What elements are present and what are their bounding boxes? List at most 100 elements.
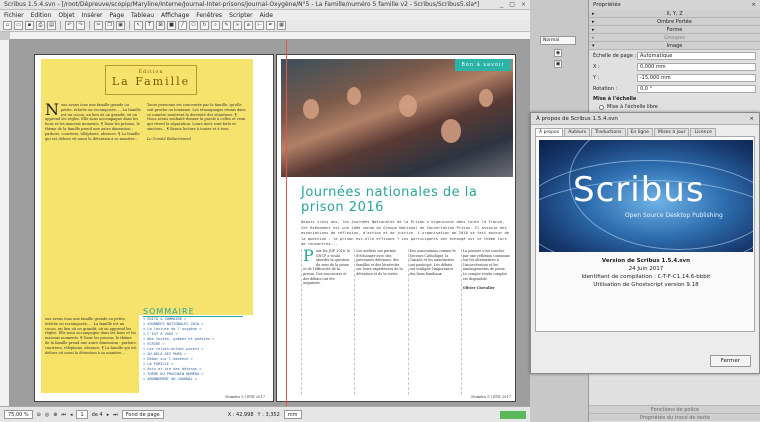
menu-aide[interactable]: Aide	[260, 12, 273, 19]
menu-tableau[interactable]: Tableau	[131, 12, 154, 19]
copy-icon[interactable]: ❐	[105, 21, 114, 30]
editorial-column-1[interactable]: N ous avons tous une famille grande ou p…	[45, 103, 141, 303]
menu-inserer[interactable]: Insérer	[82, 12, 103, 19]
about-title: À propos de Scribus 1.5.4.svn	[536, 116, 618, 122]
unlink-icon[interactable]: ⌀	[244, 21, 253, 30]
prev-page-icon[interactable]: ◂	[70, 412, 73, 418]
menu-page[interactable]: Page	[110, 12, 125, 19]
measure-icon[interactable]: ⊢	[255, 21, 264, 30]
page-scale-select[interactable]: Automatique	[637, 51, 756, 60]
zoom-reset-icon[interactable]: ◎	[45, 412, 49, 418]
maximize-button[interactable]: □	[509, 1, 515, 8]
select-icon[interactable]: ↖	[134, 21, 143, 30]
article-signature: Olivier Chevalier	[462, 285, 495, 290]
table-icon[interactable]: ▦	[277, 21, 286, 30]
text-frame-icon[interactable]: T	[145, 21, 154, 30]
section-font-features[interactable]: Fonctions de police	[589, 405, 760, 413]
page-number-field[interactable]: 1	[76, 410, 88, 419]
family-title-frame[interactable]: Édition La Famille	[105, 65, 197, 95]
document-canvas[interactable]: Édition La Famille N ous avons tous une …	[10, 40, 530, 406]
image-frame-icon[interactable]: ⊠	[156, 21, 165, 30]
menu-objet[interactable]: Objet	[58, 12, 74, 19]
y-coordinate: Y : 3,352	[257, 411, 280, 418]
paste-icon[interactable]: ▣	[116, 21, 125, 30]
free-scaling-radio[interactable]: Mise à l'échelle libre	[589, 104, 760, 110]
tab-traductions[interactable]: Traductions	[591, 128, 626, 136]
polygon-icon[interactable]: ⬠	[189, 21, 198, 30]
tab-a-propos[interactable]: À propos	[535, 128, 564, 136]
article-chapo[interactable]: Depuis trois ans, les Journées Nationale…	[301, 219, 511, 247]
about-close-icon[interactable]: ×	[749, 116, 754, 122]
tab-licence[interactable]: Licence	[690, 128, 716, 136]
section-xyz[interactable]: X, Y, Z	[589, 10, 760, 18]
x-offset-field[interactable]: 0,000 mm	[637, 62, 756, 71]
article-column: Des associations comme le Secours Cathol…	[407, 249, 458, 395]
article-text: Les ateliers ont permis d'échanger avec …	[356, 249, 403, 276]
sommaire-frame[interactable]: SOMMAIRE < ÉDITO & SOMMAIRE > < JOURNÉES…	[143, 307, 243, 395]
edit-text-icon[interactable]: ✎	[222, 21, 231, 30]
section-drop-shadow[interactable]: Ombre Portée	[589, 18, 760, 26]
about-titlebar: À propos de Scribus 1.5.4.svn ×	[531, 113, 759, 125]
tab-auteurs[interactable]: Auteurs	[564, 128, 591, 136]
unit-select[interactable]: mm	[283, 410, 302, 419]
section-image[interactable]: Image	[589, 42, 760, 50]
shape-icon[interactable]: ■	[167, 21, 176, 30]
undo-icon[interactable]: ↶	[65, 21, 74, 30]
blend-mode-select[interactable]: Normal	[540, 36, 576, 45]
toolbar-separator	[89, 21, 90, 30]
menu-affichage[interactable]: Affichage	[161, 12, 189, 19]
editorial-text-2: Toute personne est concernée par la fami…	[147, 103, 246, 131]
zoom-in-icon[interactable]: ⊕	[53, 412, 57, 418]
article-headline[interactable]: Journées nationales de la prison 2016	[301, 185, 511, 215]
close-button[interactable]: Fermer	[709, 355, 751, 367]
eye-icon[interactable]: ◉	[554, 49, 562, 57]
section-shape[interactable]: Forme	[589, 26, 760, 34]
page-left[interactable]: Édition La Famille N ous avons tous une …	[34, 54, 274, 402]
save-icon[interactable]: ▪	[25, 21, 34, 30]
menu-edition[interactable]: Edition	[31, 12, 52, 19]
print-icon[interactable]: ⎙	[36, 21, 45, 30]
first-page-icon[interactable]: ⏮	[61, 412, 66, 418]
menu-scripter[interactable]: Scripter	[229, 12, 253, 19]
section-groups[interactable]: Groupes	[589, 34, 760, 42]
zoom-icon[interactable]: ⌕	[211, 21, 220, 30]
redo-icon[interactable]: ↷	[76, 21, 85, 30]
zoom-field[interactable]: 75,00 %	[4, 410, 33, 419]
menu-fenetres[interactable]: Fenêtres	[196, 12, 222, 19]
horizontal-ruler[interactable]	[10, 32, 530, 40]
pdf-icon[interactable]: ▤	[47, 21, 56, 30]
guide-line[interactable]	[286, 40, 287, 406]
properties-close-icon[interactable]: ×	[751, 2, 756, 8]
radio-icon[interactable]	[599, 104, 604, 110]
editorial-text-1b: ous avons tous une famille grande ou pet…	[45, 317, 137, 355]
lock-icon[interactable]: ▣	[554, 60, 562, 68]
last-page-icon[interactable]: ⏭	[113, 412, 118, 418]
layer-select[interactable]: Fond de page	[121, 410, 164, 419]
line-icon[interactable]: ╱	[178, 21, 187, 30]
editorial-column-1-continued[interactable]: ous avons tous une famille grande ou pet…	[45, 317, 137, 393]
menu-fichier[interactable]: Fichier	[4, 12, 24, 19]
page-right[interactable]: Bon à savoir Journées nationales de la p…	[276, 54, 516, 402]
editorial-column-2[interactable]: Toute personne est concernée par la fami…	[147, 103, 247, 263]
new-icon[interactable]: ▫	[3, 21, 12, 30]
eyedropper-icon[interactable]: ✒	[266, 21, 275, 30]
window-titlebar: Scribus 1.5.4.svn - [/root/Dépreuve/scop…	[0, 0, 530, 10]
next-page-icon[interactable]: ▸	[107, 412, 110, 418]
article-column: Pour les JNP 2016, le GNCP a voulu abord…	[301, 249, 351, 395]
article-columns[interactable]: Pour les JNP 2016, le GNCP a voulu abord…	[301, 249, 511, 395]
open-icon[interactable]: ▭	[14, 21, 23, 30]
tab-mises-a-jour[interactable]: Mises à jour	[654, 128, 690, 136]
section-text-path[interactable]: Propriétés du tracé de texte	[589, 413, 760, 421]
y-offset-field[interactable]: -15,000 mm	[637, 73, 756, 82]
tab-en-ligne[interactable]: En ligne	[626, 128, 653, 136]
zoom-out-icon[interactable]: ⊖	[37, 412, 41, 418]
rotate-icon[interactable]: ↻	[200, 21, 209, 30]
cut-icon[interactable]: ✂	[94, 21, 103, 30]
crowd-photo[interactable]	[281, 59, 513, 177]
sommaire-item: < ABONNEMENT AU JOURNAL >	[143, 377, 198, 381]
minimize-button[interactable]: _	[500, 1, 503, 8]
vertical-ruler[interactable]	[0, 40, 10, 406]
rotation-field[interactable]: 0,0 °	[637, 84, 756, 93]
link-icon[interactable]: ∞	[233, 21, 242, 30]
close-window-button[interactable]: ×	[521, 1, 526, 8]
